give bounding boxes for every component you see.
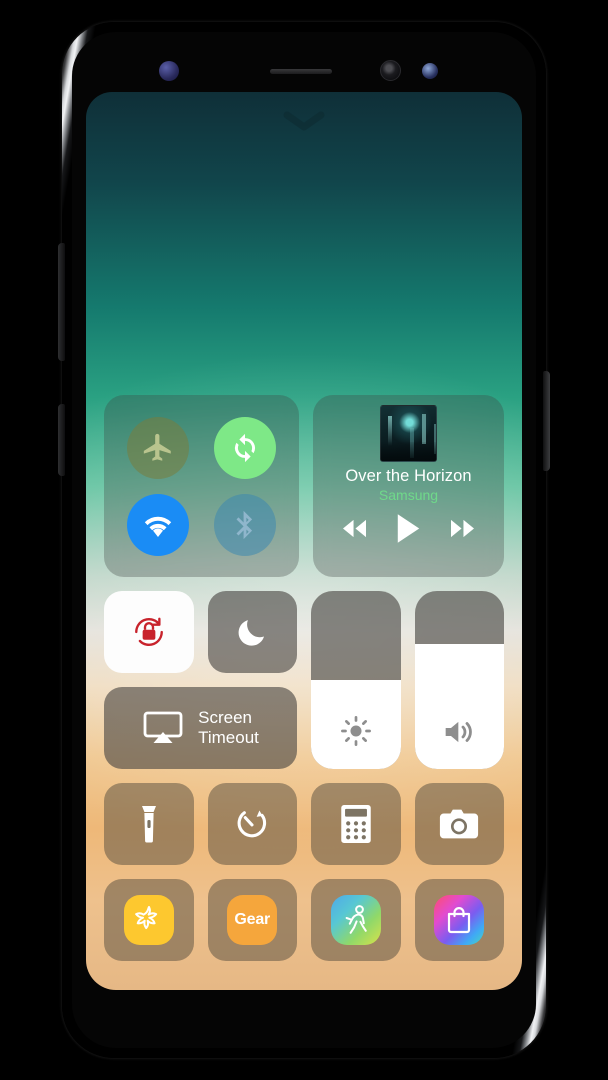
panel-pull-handle[interactable] [86, 110, 522, 132]
runner-icon [345, 905, 367, 934]
toggles-top-row [104, 591, 297, 673]
bluetooth-toggle[interactable] [214, 493, 277, 556]
mobile-data-toggle[interactable] [214, 416, 277, 479]
volume-slider[interactable] [414, 591, 504, 769]
track-title: Over the Horizon [345, 467, 472, 485]
front-camera [380, 60, 401, 81]
album-artwork [380, 405, 437, 462]
connectivity-panel [104, 395, 299, 577]
control-center: Over the Horizon Samsung Screen Timeout … [104, 395, 504, 961]
night-mode-toggle[interactable] [207, 591, 297, 673]
brightness-icon [340, 716, 371, 746]
brightness-icon-wrap [339, 714, 373, 753]
galaxy-store-app-icon [434, 895, 485, 945]
screen-mirror-icon [143, 711, 183, 743]
bluetooth-icon [236, 510, 253, 539]
light-sensor [422, 63, 438, 79]
track-artist: Samsung [378, 487, 439, 503]
samsung-health-app-icon [330, 895, 381, 945]
samsung-gear-app-icon: Gear [227, 895, 278, 945]
rotation-lock-toggle[interactable] [104, 591, 194, 673]
media-controls [340, 513, 477, 544]
bixby-button[interactable] [58, 404, 65, 476]
gear-app-label: Gear [234, 911, 271, 928]
media-player-panel: Over the Horizon Samsung [313, 395, 504, 577]
toggles-column: Screen Timeout [104, 591, 297, 769]
airplane-icon [143, 433, 171, 461]
control-center-row-top: Over the Horizon Samsung [104, 395, 504, 577]
wifi-icon [144, 516, 171, 537]
screen-timeout-tile[interactable]: Screen Timeout [104, 687, 297, 769]
airplane-mode-toggle[interactable] [126, 416, 189, 479]
rotation-lock-icon [134, 617, 163, 646]
screen-timeout-line2: Timeout [198, 728, 259, 747]
earpiece-speaker [270, 69, 332, 74]
phone-screen: Over the Horizon Samsung Screen Timeout … [86, 92, 522, 990]
timer-icon [237, 810, 267, 838]
timer-shortcut[interactable] [207, 783, 297, 865]
fast-forward-icon[interactable] [448, 517, 477, 540]
iris-scanner-sensor [159, 61, 179, 81]
samsung-members-app-icon [123, 895, 174, 945]
samsung-gear-shortcut[interactable]: Gear [207, 879, 297, 961]
wifi-toggle[interactable] [126, 493, 189, 556]
shopping-bag-icon [448, 907, 471, 934]
calculator-shortcut[interactable] [311, 783, 401, 865]
flower-icon [134, 906, 157, 930]
moon-icon [238, 620, 265, 646]
volume-icon [445, 721, 473, 743]
sync-icon [235, 433, 256, 462]
sensor-strip [62, 50, 546, 92]
flashlight-shortcut[interactable] [104, 783, 194, 865]
control-center-row-toggles: Screen Timeout [104, 591, 504, 769]
screen-timeout-line1: Screen [198, 708, 252, 728]
play-icon[interactable] [395, 513, 422, 544]
apps-row: Gear [104, 879, 504, 961]
volume-icon-wrap [441, 716, 477, 753]
power-button[interactable] [543, 371, 550, 471]
flashlight-icon [141, 806, 156, 843]
volume-rocker-button[interactable] [58, 243, 65, 361]
galaxy-store-shortcut[interactable] [414, 879, 504, 961]
sliders-group [311, 591, 504, 769]
shortcuts-row [104, 783, 504, 865]
samsung-members-shortcut[interactable] [104, 879, 194, 961]
camera-shortcut[interactable] [414, 783, 504, 865]
calculator-icon [341, 805, 371, 843]
brightness-slider[interactable] [311, 591, 401, 769]
rewind-icon[interactable] [340, 517, 369, 540]
chevron-down-icon [283, 111, 325, 131]
camera-icon [440, 809, 479, 839]
screen-timeout-label: Screen Timeout [198, 708, 259, 747]
samsung-health-shortcut[interactable] [311, 879, 401, 961]
